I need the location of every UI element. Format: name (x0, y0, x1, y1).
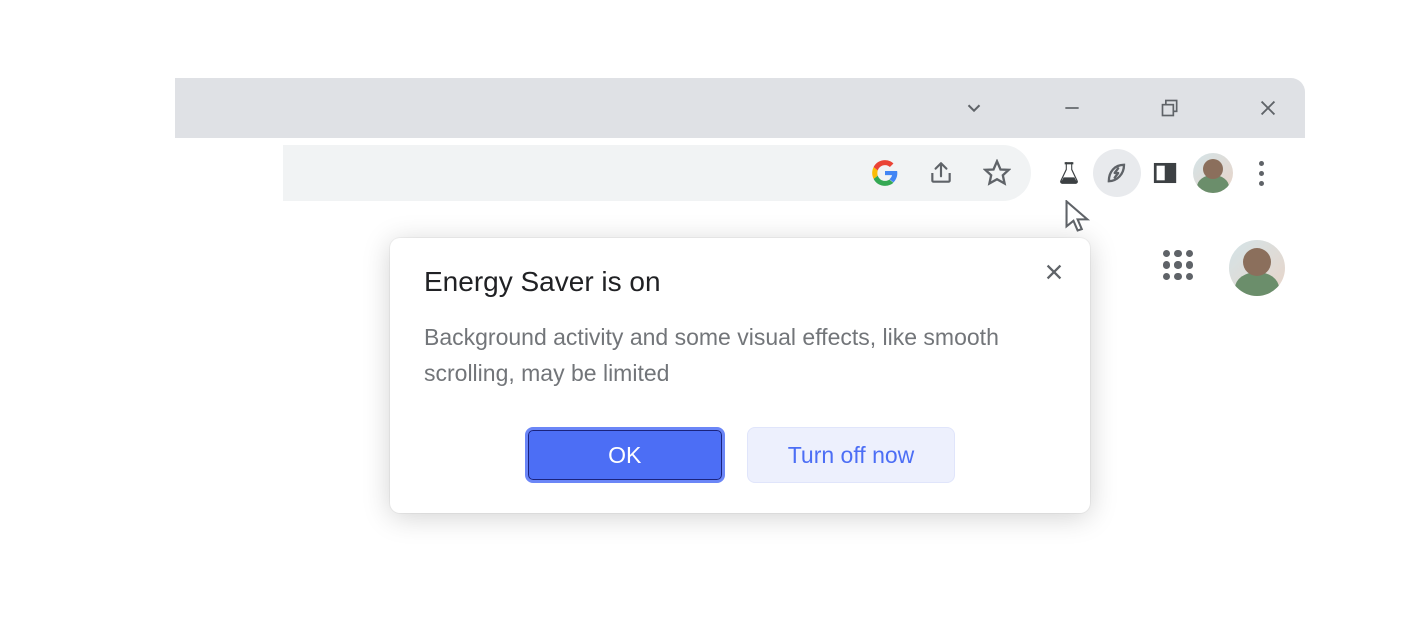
kebab-menu-icon (1246, 161, 1276, 186)
popup-title: Energy Saver is on (424, 266, 1056, 298)
turn-off-now-button[interactable]: Turn off now (747, 427, 956, 483)
browser-window: Energy Saver is on Background activity a… (175, 78, 1305, 578)
account-avatar[interactable] (1229, 240, 1285, 296)
profile-avatar (1193, 153, 1233, 193)
energy-saver-popup: Energy Saver is on Background activity a… (390, 238, 1090, 513)
maximize-button[interactable] (1141, 88, 1199, 128)
browser-toolbar (175, 138, 1305, 208)
chevron-down-icon[interactable] (945, 88, 1003, 128)
bookmark-star-icon[interactable] (983, 159, 1011, 187)
popup-close-button[interactable] (1040, 258, 1068, 286)
popup-action-row: OK Turn off now (424, 427, 1056, 483)
google-logo-icon[interactable] (871, 159, 899, 187)
omnibox[interactable] (283, 145, 1031, 201)
share-icon[interactable] (927, 159, 955, 187)
energy-saver-button[interactable] (1093, 149, 1141, 197)
popup-body-text: Background activity and some visual effe… (424, 320, 1056, 391)
close-window-button[interactable] (1239, 88, 1297, 128)
window-title-bar (175, 78, 1305, 138)
labs-flask-icon[interactable] (1045, 149, 1093, 197)
minimize-button[interactable] (1043, 88, 1101, 128)
main-menu-button[interactable] (1237, 149, 1285, 197)
side-panel-icon[interactable] (1141, 149, 1189, 197)
profile-avatar-button[interactable] (1189, 149, 1237, 197)
apps-grid-icon[interactable] (1163, 250, 1193, 280)
ok-button[interactable]: OK (525, 427, 725, 483)
